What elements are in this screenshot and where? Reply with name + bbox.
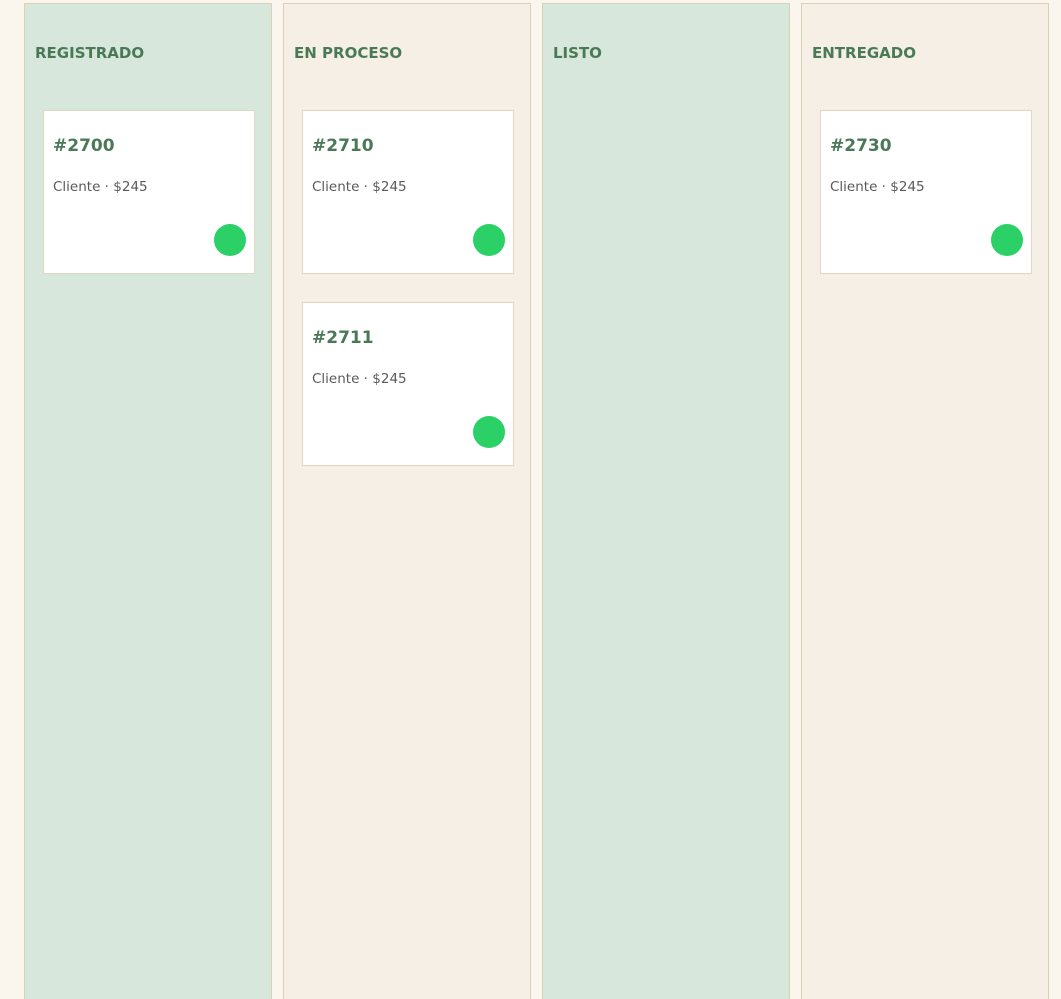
- status-dot-icon: [214, 224, 246, 256]
- column-title: EN PROCESO: [294, 44, 403, 62]
- order-card[interactable]: #2710 Cliente · $245: [302, 110, 514, 274]
- status-dot-icon: [991, 224, 1023, 256]
- order-summary: Cliente · $245: [312, 371, 407, 387]
- status-dot-icon: [473, 416, 505, 448]
- order-id: #2711: [312, 328, 374, 348]
- column-title: REGISTRADO: [35, 44, 145, 62]
- column-registrado: REGISTRADO #2700 Cliente · $245: [24, 3, 272, 999]
- order-card[interactable]: #2700 Cliente · $245: [43, 110, 255, 274]
- order-card[interactable]: #2730 Cliente · $245: [820, 110, 1032, 274]
- order-id: #2700: [53, 136, 115, 156]
- order-id: #2710: [312, 136, 374, 156]
- order-card[interactable]: #2711 Cliente · $245: [302, 302, 514, 466]
- status-dot-icon: [473, 224, 505, 256]
- order-summary: Cliente · $245: [312, 179, 407, 195]
- column-title: ENTREGADO: [812, 44, 916, 62]
- order-summary: Cliente · $245: [830, 179, 925, 195]
- kanban-board: REGISTRADO #2700 Cliente · $245 EN PROCE…: [0, 0, 1061, 999]
- order-summary: Cliente · $245: [53, 179, 148, 195]
- column-en-proceso: EN PROCESO #2710 Cliente · $245 #2711 Cl…: [283, 3, 531, 999]
- column-entregado: ENTREGADO #2730 Cliente · $245: [801, 3, 1049, 999]
- column-title: LISTO: [553, 44, 602, 62]
- column-listo: LISTO: [542, 3, 790, 999]
- order-id: #2730: [830, 136, 892, 156]
